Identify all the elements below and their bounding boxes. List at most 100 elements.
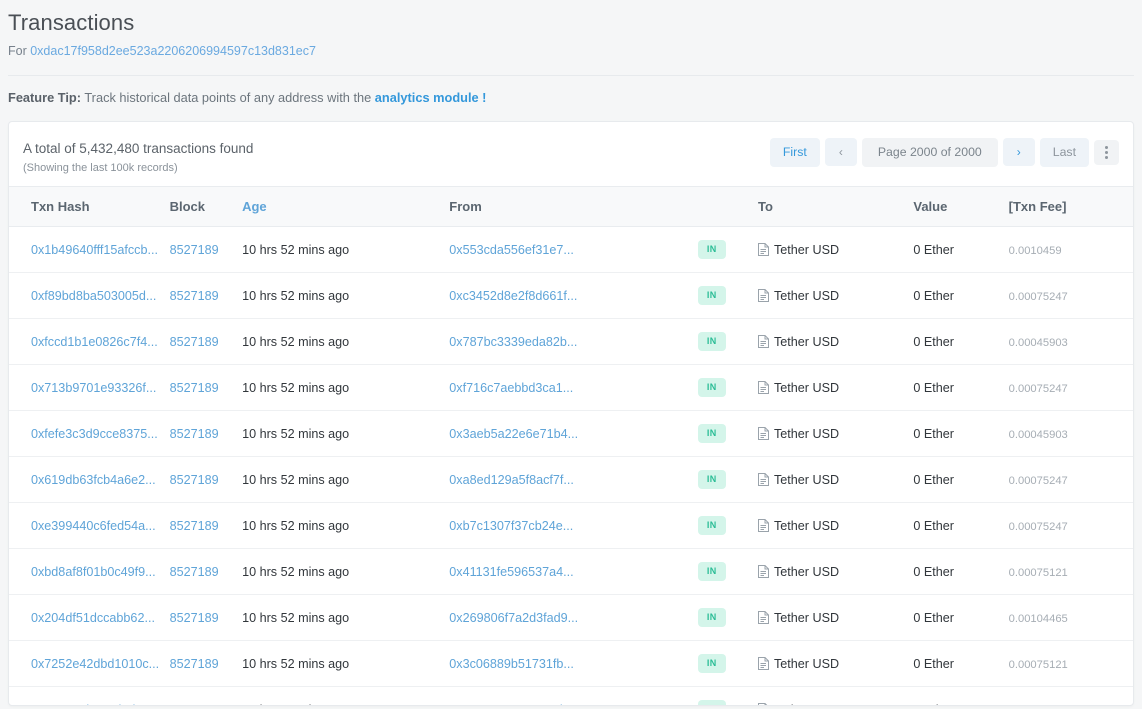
txn-hash-link[interactable]: 0x619db63fcb4a6e2... xyxy=(31,473,156,487)
from-address-link[interactable]: 0x787bc3339eda82b... xyxy=(449,335,577,349)
block-number-link[interactable]: 8527189 xyxy=(170,289,219,303)
age-value: 10 hrs 52 mins ago xyxy=(242,703,349,705)
column-header-direction xyxy=(697,186,758,228)
card-header: A total of 5,432,480 transactions found … xyxy=(9,122,1133,186)
to-cell: Tether USD xyxy=(757,426,905,441)
value-amount: 0 Ether xyxy=(913,472,954,487)
analytics-module-link[interactable]: analytics module ! xyxy=(375,90,487,105)
block-number-link[interactable]: 8527189 xyxy=(170,519,219,533)
table-row: 0xfefe3c3d9cce8375... 8527189 10 hrs 52 mi… xyxy=(9,410,1133,458)
column-header-age[interactable]: Age xyxy=(242,186,450,228)
from-address-link[interactable]: 0x269806f7a2d3fad9... xyxy=(449,611,578,625)
table-row: 0x7252e42dbd1010c... 8527189 10 hrs 52 min… xyxy=(9,640,1133,688)
txn-fee-amount: 0.00104465 xyxy=(1008,612,1068,625)
table-header: Txn Hash Block Age From To Value [Txn Fe… xyxy=(9,186,1133,228)
block-number-link[interactable]: 8527189 xyxy=(170,703,219,705)
value-amount: 0 Ether xyxy=(913,242,954,257)
txn-hash-link[interactable]: 0x1b49640fff15afccb... xyxy=(31,243,158,257)
value-amount: 0 Ether xyxy=(913,426,954,441)
value-amount: 0 Ether xyxy=(913,564,954,579)
pagination-first-button[interactable]: First xyxy=(769,137,820,167)
pagination-last-button[interactable]: Last xyxy=(1039,137,1089,167)
transaction-total-label: A total of 5,432,480 transactions found xyxy=(23,140,254,156)
to-cell: Tether USD xyxy=(757,381,905,395)
table-row: 0xbd8af8f01b0c49f9... 8527189 10 hrs 52 mi… xyxy=(9,548,1133,596)
to-token-name: Tether USD xyxy=(773,472,840,487)
pagination-controls: First ‹ Page 2000 of 2000 › Last xyxy=(769,137,1119,167)
table-row: 0xe399440c6fed54a... 8527189 10 hrs 52 min… xyxy=(9,502,1133,550)
to-cell: Tether USD xyxy=(757,243,905,257)
column-header-from[interactable]: From xyxy=(449,186,698,228)
block-number-link[interactable]: 8527189 xyxy=(170,611,219,625)
pagination-prev-button[interactable]: ‹ xyxy=(824,137,857,167)
txn-hash-link[interactable]: 0xbd8af8f01b0c49f9... xyxy=(31,565,156,579)
transaction-count-block: A total of 5,432,480 transactions found … xyxy=(23,138,253,174)
age-value: 10 hrs 52 mins ago xyxy=(242,656,350,671)
value-amount: 0 Ether xyxy=(913,380,954,395)
column-header-value[interactable]: Value xyxy=(913,186,1009,228)
txn-hash-link[interactable]: 0x713b9701e93326f... xyxy=(31,381,156,395)
to-cell: Tether USD xyxy=(757,472,905,487)
txn-hash-link[interactable]: 0x9332a9b713d8d8c... xyxy=(31,703,159,705)
from-address-link[interactable]: 0xb7c1307f37cb24e... xyxy=(449,519,573,533)
to-cell: Tether USD xyxy=(757,335,905,349)
txn-hash-link[interactable]: 0xfccd1b1e0826c7f4... xyxy=(31,335,158,349)
contract-document-icon xyxy=(757,289,769,303)
block-number-link[interactable]: 8527189 xyxy=(170,243,219,257)
block-number-link[interactable]: 8527189 xyxy=(170,657,219,671)
from-address-link[interactable]: 0x3c06889b51731fb... xyxy=(449,657,574,671)
contract-address-link[interactable]: 0xdac17f958d2ee523a2206206994597c13d831e… xyxy=(30,44,316,58)
block-number-link[interactable]: 8527189 xyxy=(170,565,219,579)
pagination-next-button[interactable]: › xyxy=(1002,137,1035,167)
from-address-link[interactable]: 0xa8ed129a5f8acf7f... xyxy=(449,473,574,487)
direction-badge: IN xyxy=(697,700,726,705)
txn-fee-amount: 0.00075121 xyxy=(1009,705,1068,706)
value-amount: 0 Ether xyxy=(913,334,954,349)
page-title: Transactions xyxy=(8,10,135,35)
txn-hash-link[interactable]: 0xf89bd8ba503005d... xyxy=(31,289,156,303)
feature-tip-text: Track historical data points of any addr… xyxy=(84,89,372,105)
table-row: 0xfccd1b1e0826c7f4... 8527189 10 hrs 52 mi… xyxy=(9,318,1133,366)
value-amount: 0 Ether xyxy=(913,288,954,303)
txn-hash-link[interactable]: 0x7252e42dbd1010c... xyxy=(31,657,159,671)
block-number-link[interactable]: 8527189 xyxy=(170,473,219,487)
column-header-txn-hash[interactable]: Txn Hash xyxy=(9,186,170,228)
from-address-link[interactable]: 0x3aeb5a22e6e71b4... xyxy=(449,427,578,441)
block-number-link[interactable]: 8527189 xyxy=(170,335,219,349)
column-header-txn-fee[interactable]: [Txn Fee] xyxy=(1008,186,1133,228)
direction-badge: IN xyxy=(697,470,726,490)
age-value: 10 hrs 52 mins ago xyxy=(242,426,350,441)
txn-hash-link[interactable]: 0x204df51dccabb62... xyxy=(31,611,155,625)
contract-document-icon xyxy=(757,611,769,625)
from-address-link[interactable]: 0x41131fe596537a4... xyxy=(449,565,573,579)
from-address-link[interactable]: 0xc3452d8e2f8d661f... xyxy=(449,289,577,303)
txn-fee-amount: 0.00075121 xyxy=(1008,566,1068,579)
from-address-link[interactable]: 0x553cda556ef31e7... xyxy=(449,243,574,257)
column-header-to[interactable]: To xyxy=(757,186,914,228)
contract-document-icon xyxy=(757,657,769,671)
block-number-link[interactable]: 8527189 xyxy=(170,381,219,395)
to-token-name: Tether USD xyxy=(773,426,840,441)
to-cell: Tether USD xyxy=(757,656,905,671)
direction-badge: IN xyxy=(697,286,726,306)
column-header-block[interactable]: Block xyxy=(169,186,243,228)
direction-badge: IN xyxy=(697,332,726,352)
age-value: 10 hrs 52 mins ago xyxy=(242,564,350,579)
txn-hash-link[interactable]: 0xfefe3c3d9cce8375... xyxy=(31,427,158,441)
contract-document-icon xyxy=(757,703,767,705)
txn-hash-link[interactable]: 0xe399440c6fed54a... xyxy=(31,519,156,533)
block-number-link[interactable]: 8527189 xyxy=(170,427,219,441)
direction-badge: IN xyxy=(697,516,726,536)
transactions-card: A total of 5,432,480 transactions found … xyxy=(8,120,1134,706)
direction-badge: IN xyxy=(697,562,726,582)
to-token-name: Tether USD xyxy=(773,518,840,533)
kebab-menu-icon[interactable] xyxy=(1094,139,1119,165)
txn-fee-amount: 0.00075121 xyxy=(1008,658,1068,671)
feature-tip: Feature Tip: Track historical data point… xyxy=(0,76,1142,121)
from-address-link[interactable]: 0xf716c7aebbd3ca1... xyxy=(449,381,573,395)
txn-fee-amount: 0.0010459 xyxy=(1008,244,1062,257)
to-token-name: Tether USD xyxy=(773,656,840,671)
from-address-link[interactable]: 0x0923e88356a27cb... xyxy=(449,703,577,705)
pagination-page-info: Page 2000 of 2000 xyxy=(861,137,998,167)
age-value: 10 hrs 52 mins ago xyxy=(242,242,350,257)
